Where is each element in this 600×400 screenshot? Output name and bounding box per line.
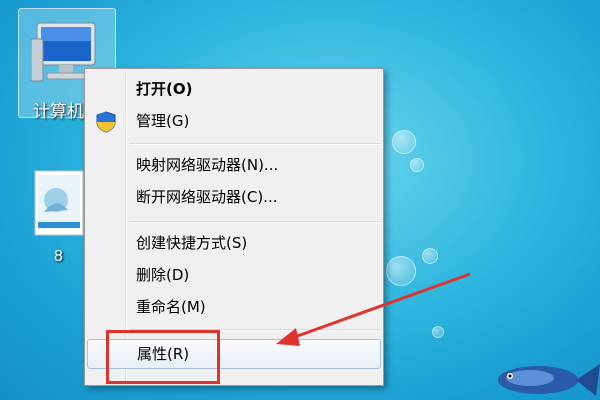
fish-decoration <box>498 364 600 396</box>
annotation-arrow-icon <box>276 272 471 346</box>
desktop: 计算机 8 打开(O) 管理(G) 映射网络驱动器(N)... 断开网络驱动器(… <box>0 0 600 400</box>
